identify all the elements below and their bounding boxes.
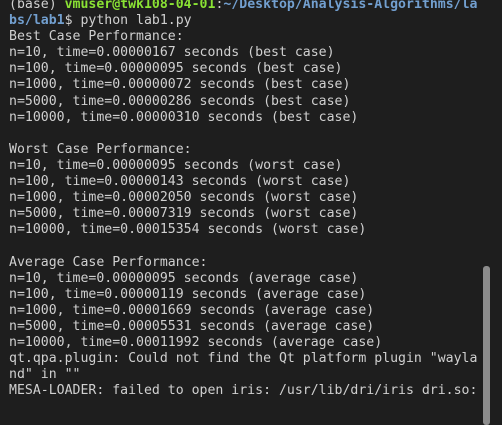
output-line: n=1000, time=0.00001669 seconds (average…: [9, 302, 375, 318]
scrollbar-thumb[interactable]: [483, 266, 490, 425]
output-line: n=100, time=0.00000143 seconds (worst ca…: [9, 174, 351, 190]
terminal-output: (base) vmuser@twk108-04-01:~/Desktop/Ana…: [9, 0, 477, 399]
output-line: n=5000, time=0.00000286 seconds (best ca…: [9, 93, 351, 109]
output-line: n=10, time=0.00000095 seconds (average c…: [9, 270, 359, 286]
output-line: n=10000, time=0.00011992 seconds (averag…: [9, 334, 383, 350]
output-line: n=100, time=0.00000095 seconds (best cas…: [9, 61, 343, 77]
output-line: n=10, time=0.00000167 seconds (best case…: [9, 45, 335, 61]
working-directory: ~/Desktop/Analysis-Algorithms/la: [223, 0, 478, 12]
output-line: nd" in "": [9, 367, 81, 383]
output-line: Average Case Performance:: [9, 254, 208, 270]
output-line: n=10000, time=0.00015354 seconds (worst …: [9, 222, 367, 238]
output-line: n=1000, time=0.00002050 seconds (worst c…: [9, 190, 359, 206]
output-line: qt.qpa.plugin: Could not find the Qt pla…: [9, 351, 478, 367]
output-line: n=10, time=0.00000095 seconds (worst cas…: [9, 157, 343, 173]
output-line: n=1000, time=0.00000072 seconds (best ca…: [9, 77, 351, 93]
output-line: Worst Case Performance:: [9, 141, 192, 157]
output-line: n=100, time=0.00000119 seconds (average …: [9, 286, 367, 302]
user-host: vmuser@twk108-04-01: [64, 0, 216, 12]
output-line: MESA-LOADER: failed to open iris: /usr/l…: [9, 383, 478, 399]
output-line: Best Case Performance:: [9, 29, 184, 45]
conda-env: (base): [9, 0, 65, 12]
prompt-line-wrap: bs/lab1$ python lab1.py: [9, 13, 477, 29]
prompt-line: (base) vmuser@twk108-04-01:~/Desktop/Ana…: [9, 0, 477, 13]
output-line: n=5000, time=0.00007319 seconds (worst c…: [9, 206, 359, 222]
working-directory-wrap: bs/lab1: [9, 13, 65, 29]
output-line: n=5000, time=0.00005531 seconds (average…: [9, 318, 375, 334]
terminal-window[interactable]: (base) vmuser@twk108-04-01:~/Desktop/Ana…: [0, 0, 480, 425]
output-line: n=10000, time=0.00000310 seconds (best c…: [9, 109, 359, 125]
command-text: $ python lab1.py: [64, 13, 192, 29]
